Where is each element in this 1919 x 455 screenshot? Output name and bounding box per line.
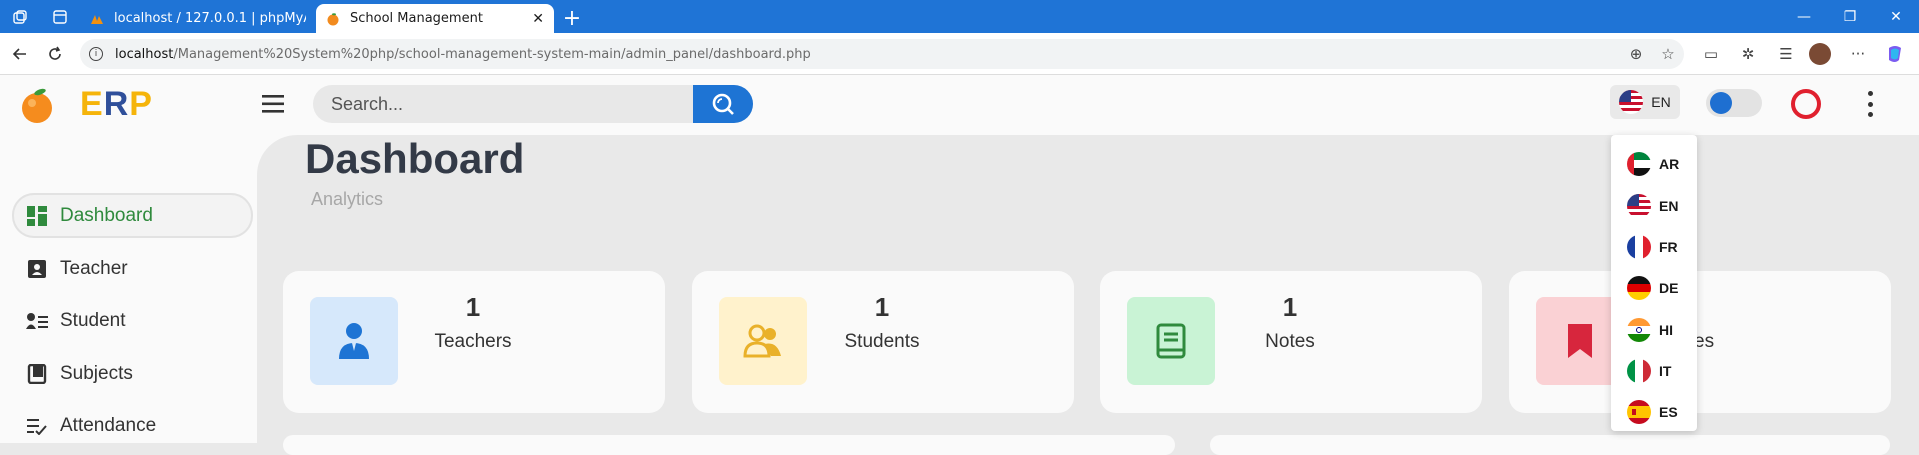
stat-value: 1	[465, 292, 481, 322]
dashboard-grid-icon	[26, 205, 48, 227]
sidebar-item-dashboard[interactable]: Dashboard	[12, 193, 253, 238]
page-title: Dashboard	[305, 135, 525, 182]
language-selector[interactable]: EN	[1610, 85, 1680, 119]
language-option-fr[interactable]: FR	[1627, 232, 1687, 262]
language-dropdown: AR EN FR DE HI IT ES	[1611, 135, 1697, 431]
stat-card-partial[interactable]: es	[1509, 271, 1891, 413]
language-option-it[interactable]: IT	[1627, 356, 1687, 386]
stat-value: 1	[874, 292, 890, 322]
phpmyadmin-favicon-icon	[91, 14, 103, 24]
teacher-card-icon	[26, 258, 48, 280]
stat-value: 1	[1282, 292, 1298, 322]
search-button[interactable]	[693, 85, 753, 123]
current-language: EN	[1651, 94, 1671, 110]
bottom-panel-left	[283, 435, 1175, 455]
restore-icon[interactable]: ❐	[1827, 0, 1873, 33]
bottom-panel-right	[1210, 435, 1890, 455]
stat-label: Teachers	[434, 331, 512, 352]
sidebar-item-label: Student	[60, 309, 126, 331]
teacher-icon	[310, 297, 398, 385]
tab-title: School Management	[350, 11, 483, 26]
tab-actions-icon[interactable]	[40, 0, 80, 33]
reload-icon[interactable]	[40, 39, 70, 69]
sidebar-item-teacher[interactable]: Teacher	[12, 246, 253, 291]
copilot-icon[interactable]	[1880, 39, 1910, 69]
orange-logo-icon	[22, 88, 52, 123]
sidebar-item-attendance[interactable]: Attendance	[12, 403, 253, 448]
close-tab-icon[interactable]: ✕	[532, 11, 544, 27]
hamburger-menu-icon[interactable]	[262, 95, 284, 113]
italy-flag-icon	[1627, 359, 1651, 383]
site-info-icon[interactable]: i	[89, 47, 103, 61]
sidebar-item-student[interactable]: Student	[12, 298, 253, 343]
minimize-icon[interactable]: —	[1781, 0, 1827, 33]
stat-label: Notes	[1265, 331, 1315, 352]
uae-flag-icon	[1627, 152, 1651, 176]
workspaces-icon[interactable]	[0, 0, 40, 33]
close-window-icon[interactable]: ✕	[1873, 0, 1919, 33]
split-screen-icon[interactable]: ▭	[1696, 39, 1726, 69]
profile-avatar[interactable]	[1805, 39, 1835, 69]
new-tab-button[interactable]: +	[554, 4, 590, 33]
url-field[interactable]: i localhost/Management%20System%20php/sc…	[80, 39, 1684, 69]
url-path: /Management%20System%20php/school-manage…	[173, 46, 811, 62]
more-options-icon[interactable]: ···	[1843, 39, 1873, 69]
stat-label: es	[1694, 331, 1715, 352]
favorite-star-icon[interactable]: ☆	[1653, 39, 1683, 69]
us-flag-icon	[1627, 194, 1651, 218]
tab-phpmyadmin[interactable]: localhost / 127.0.0.1 | phpMyAdmin	[80, 4, 316, 33]
app: ERP EN Dashboard Teacher Student Subject…	[0, 75, 1919, 455]
notes-book-icon	[1127, 297, 1215, 385]
stat-card-teachers[interactable]: 1 Teachers	[283, 271, 665, 413]
language-option-de[interactable]: DE	[1627, 273, 1687, 303]
france-flag-icon	[1627, 235, 1651, 259]
brand-name: ERP	[80, 85, 153, 123]
checklist-icon	[26, 415, 48, 437]
search-bar	[313, 85, 753, 123]
orange-favicon-icon	[327, 12, 339, 25]
stat-card-notes[interactable]: 1 Notes	[1100, 271, 1482, 413]
opera-icon[interactable]	[1790, 88, 1822, 120]
language-option-en[interactable]: EN	[1627, 191, 1687, 221]
browser-titlebar: localhost / 127.0.0.1 | phpMyAdmin Schoo…	[0, 0, 1919, 33]
back-icon[interactable]	[5, 39, 35, 69]
language-option-hi[interactable]: HI	[1627, 315, 1687, 345]
students-icon	[719, 297, 807, 385]
extensions-icon[interactable]: ✲	[1733, 39, 1763, 69]
sidebar-item-label: Attendance	[60, 414, 157, 436]
favorites-icon[interactable]: ☰	[1771, 39, 1801, 69]
book-icon	[26, 363, 48, 385]
tab-school-management[interactable]: School Management ✕	[316, 4, 554, 33]
search-icon	[712, 93, 734, 115]
search-input[interactable]	[331, 85, 691, 123]
page-subtitle: Analytics	[311, 189, 384, 209]
url-host: localhost	[115, 46, 174, 62]
sidebar-item-label: Dashboard	[60, 204, 153, 226]
stat-label: Students	[844, 331, 920, 352]
tab-title: localhost / 127.0.0.1 | phpMyAdmin	[114, 11, 306, 26]
address-bar: i localhost/Management%20System%20php/sc…	[0, 33, 1919, 75]
sidebar-item-subjects[interactable]: Subjects	[12, 351, 253, 396]
germany-flag-icon	[1627, 276, 1651, 300]
stat-card-students[interactable]: 1 Students	[692, 271, 1074, 413]
student-list-icon	[26, 310, 48, 332]
us-flag-icon	[1619, 90, 1644, 114]
language-option-es[interactable]: ES	[1627, 397, 1687, 427]
sidebar-item-label: Subjects	[60, 362, 133, 384]
sidebar-item-label: Teacher	[60, 257, 128, 279]
more-vertical-icon[interactable]	[1864, 91, 1876, 117]
zoom-icon[interactable]: ⊕	[1621, 39, 1651, 69]
theme-toggle[interactable]	[1706, 89, 1762, 117]
spain-flag-icon	[1627, 400, 1651, 424]
language-option-ar[interactable]: AR	[1627, 149, 1687, 179]
india-flag-icon	[1627, 318, 1651, 342]
